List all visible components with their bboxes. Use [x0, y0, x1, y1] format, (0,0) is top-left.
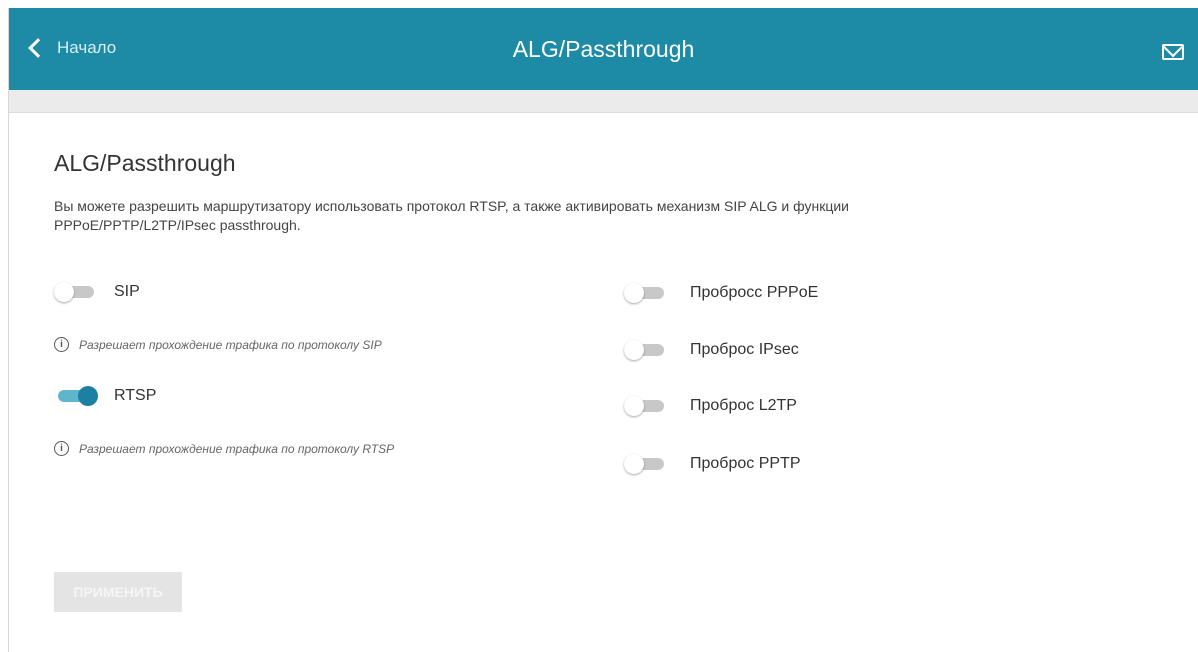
- toggle-pptp[interactable]: Проброс PPTP: [624, 452, 801, 476]
- toggle-label: Проброс L2TP: [690, 397, 797, 414]
- pptp-switch[interactable]: [624, 452, 672, 476]
- section-heading: ALG/Passthrough: [54, 150, 236, 176]
- rtsp-switch[interactable]: [54, 384, 102, 408]
- hint-text: Разрешает прохождение трафика по протоко…: [79, 441, 395, 456]
- toggle-l2tp[interactable]: Проброс L2TP: [624, 394, 797, 418]
- sip-hint: i Разрешает прохождение трафика по прото…: [54, 337, 382, 352]
- hint-text: Разрешает прохождение трафика по протоко…: [79, 337, 382, 352]
- toggle-label: SIP: [114, 283, 140, 300]
- apply-button[interactable]: ПРИМЕНИТЬ: [54, 572, 182, 612]
- top-bar: Начало ALG/Passthrough: [9, 8, 1198, 90]
- info-icon: i: [54, 337, 69, 352]
- info-icon: i: [54, 441, 69, 456]
- sub-bar: [9, 90, 1198, 113]
- l2tp-switch[interactable]: [624, 394, 672, 418]
- sip-switch[interactable]: [54, 280, 102, 304]
- page-title: ALG/Passthrough: [512, 36, 695, 62]
- rtsp-hint: i Разрешает прохождение трафика по прото…: [54, 441, 394, 456]
- toggle-label: Проброс PPTP: [690, 455, 801, 472]
- toggle-pppoe[interactable]: Пробросс PPPoE: [624, 281, 818, 305]
- ipsec-switch[interactable]: [624, 338, 672, 362]
- toggle-label: Проброс IPsec: [690, 341, 799, 358]
- section-description: Вы можете разрешить маршрутизатору испол…: [54, 198, 849, 233]
- toggle-label: RTSP: [114, 387, 157, 404]
- toggle-label: Пробросс PPPoE: [690, 284, 819, 301]
- toggle-ipsec[interactable]: Проброс IPsec: [624, 338, 799, 362]
- pppoe-switch[interactable]: [624, 281, 672, 305]
- toggle-rtsp[interactable]: RTSP: [54, 384, 156, 408]
- mail-icon[interactable]: [1162, 44, 1184, 60]
- toggle-sip[interactable]: SIP: [54, 280, 140, 304]
